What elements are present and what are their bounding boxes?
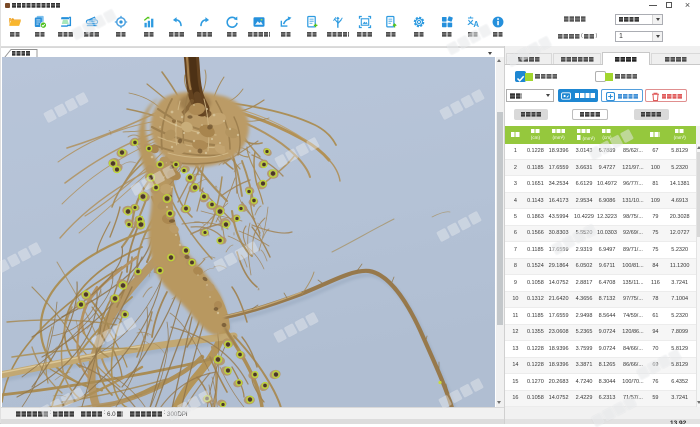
svg-text:A: A bbox=[473, 20, 479, 29]
